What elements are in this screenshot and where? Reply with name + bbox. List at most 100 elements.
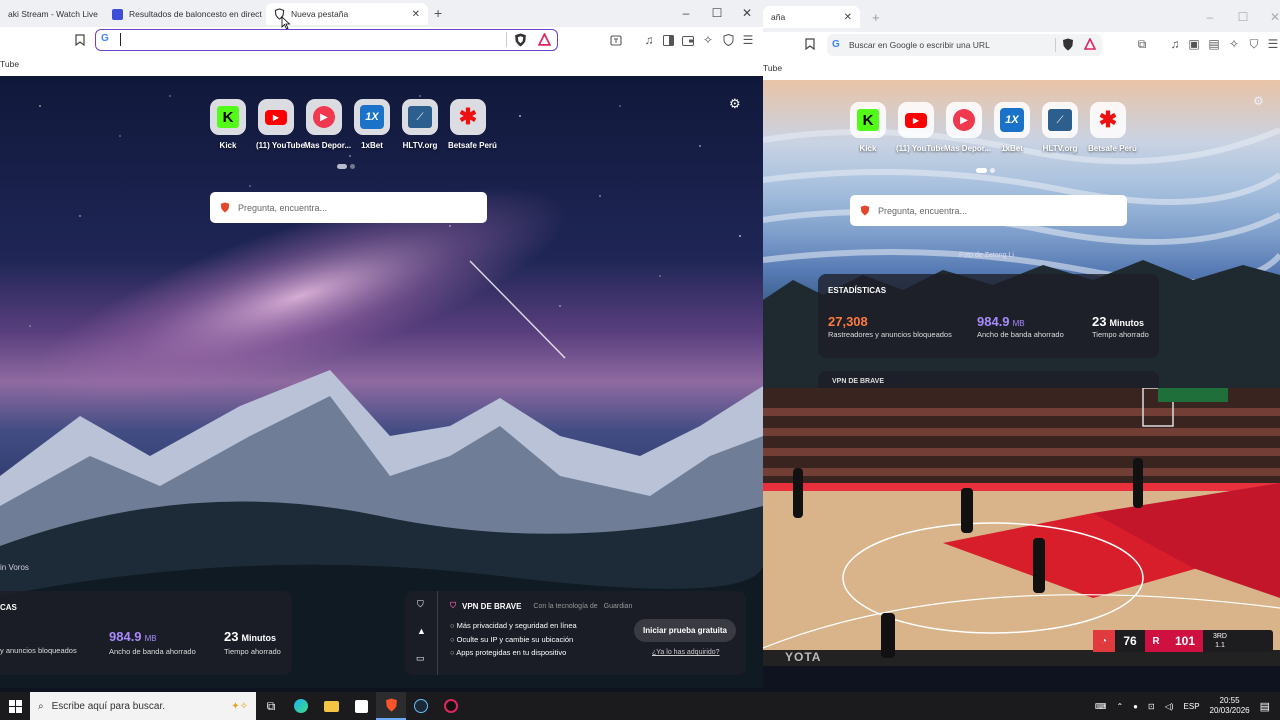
talk-icon[interactable]: ▭ bbox=[416, 653, 425, 664]
rewards-triangle-icon[interactable]: ▲ bbox=[417, 626, 426, 636]
hawks-logo-icon: ◔ bbox=[1093, 630, 1115, 652]
vpn-icon[interactable] bbox=[721, 33, 735, 47]
omnibox-placeholder: Buscar en Google o escribir una URL bbox=[849, 40, 990, 50]
new-tab-page: ⚙ K Kick ▶ (11) YouTube ▶ Mas Depor... 1… bbox=[0, 76, 763, 688]
brave-shields-icon[interactable] bbox=[514, 33, 527, 47]
maximize-button[interactable]: ☐ bbox=[1236, 10, 1250, 24]
vpn-shield-icon[interactable]: ⛉ bbox=[417, 599, 424, 610]
menu-icon[interactable]: ☰ bbox=[1266, 37, 1280, 51]
bookmark-item[interactable]: Tube bbox=[0, 59, 19, 69]
search-icon: ⌕ bbox=[38, 700, 44, 712]
brave-search-icon bbox=[220, 202, 230, 213]
settings-gear-icon[interactable]: ⚙ bbox=[729, 96, 741, 112]
brave-rewards-icon[interactable] bbox=[1084, 38, 1096, 50]
close-window-button[interactable]: ✕ bbox=[1268, 10, 1280, 24]
keyboard-icon[interactable]: ⌨ bbox=[1095, 702, 1107, 711]
new-tab-button[interactable]: + bbox=[434, 5, 442, 21]
youtube-icon: ▶ bbox=[898, 102, 934, 138]
top-site-label: 1xBet bbox=[1001, 144, 1023, 153]
close-window-button[interactable]: ✕ bbox=[740, 6, 754, 20]
task-view-icon[interactable]: ⧉ bbox=[256, 692, 286, 720]
wallet-icon[interactable] bbox=[681, 33, 695, 47]
language-indicator[interactable]: ESP bbox=[1184, 702, 1200, 711]
brave-rewards-icon[interactable] bbox=[538, 33, 551, 46]
top-site-youtube[interactable]: ▶ (11) YouTube bbox=[256, 99, 305, 159]
translate-icon[interactable]: ⧉ bbox=[1135, 37, 1149, 51]
minimize-button[interactable]: – bbox=[1203, 10, 1217, 24]
steam-icon[interactable] bbox=[406, 692, 436, 720]
mic-icon[interactable]: ● bbox=[1133, 702, 1138, 711]
top-site-hltv[interactable]: ⟋ HLTV.org bbox=[1040, 102, 1080, 162]
sidebar-icon[interactable]: ▣ bbox=[1187, 37, 1201, 51]
arena-sign: YOTA bbox=[785, 650, 822, 664]
tray-overflow-icon[interactable]: ⌃ bbox=[1116, 702, 1123, 711]
brave-taskbar-icon[interactable] bbox=[376, 692, 406, 720]
brave-shields-icon[interactable] bbox=[1062, 38, 1074, 51]
top-site-kick[interactable]: K Kick bbox=[208, 99, 248, 159]
tab-nueva-pestana[interactable]: aña ✕ bbox=[763, 6, 860, 28]
file-explorer-icon[interactable] bbox=[316, 692, 346, 720]
new-tab-button[interactable]: + bbox=[872, 10, 880, 25]
search-placeholder: Pregunta, encuentra... bbox=[878, 205, 968, 216]
ntp-search-box[interactable]: Pregunta, encuentra... bbox=[850, 195, 1127, 226]
ntp-search-box[interactable]: Pregunta, encuentra... bbox=[210, 192, 487, 223]
betsafe-icon: ✱ bbox=[1090, 102, 1126, 138]
widget-switcher: ⛉ ▲ ▭ bbox=[405, 591, 438, 675]
top-sites-pager[interactable] bbox=[976, 168, 996, 173]
top-sites-pager[interactable] bbox=[337, 164, 355, 169]
top-site-mas-deportes[interactable]: ▶ Mas Depor... bbox=[944, 102, 991, 162]
toolbar: G Buscar en Google o escribir una URL ⧉ … bbox=[763, 32, 1280, 59]
top-site-betsafe[interactable]: ✱ Betsafe Perú bbox=[448, 99, 497, 159]
leo-ai-icon[interactable]: ✧ bbox=[701, 33, 715, 47]
tab-stream[interactable]: aki Stream - Watch Live c ✕ bbox=[0, 3, 98, 25]
photo-credit[interactable]: in Voros bbox=[0, 563, 29, 572]
media-icon[interactable]: ♫ bbox=[1168, 37, 1182, 51]
vpn-icon[interactable]: ⛉ bbox=[1247, 37, 1261, 51]
top-site-youtube[interactable]: ▶ (11) YouTube bbox=[896, 102, 945, 162]
close-tab-icon[interactable]: ✕ bbox=[412, 9, 420, 20]
hltv-icon: ⟋ bbox=[402, 99, 438, 135]
vpn-purchased-link[interactable]: ¿Ya lo has adquirido? bbox=[652, 649, 720, 656]
windows-start-icon[interactable] bbox=[0, 692, 30, 720]
edge-icon[interactable] bbox=[286, 692, 316, 720]
network-icon[interactable]: ⊡ bbox=[1148, 702, 1155, 711]
address-bar[interactable]: G Buscar en Google o escribir una URL bbox=[827, 34, 1102, 56]
bookmark-item[interactable]: Tube bbox=[763, 63, 782, 73]
sidebar-icon[interactable] bbox=[661, 33, 675, 47]
top-site-1xbet[interactable]: 1X 1xBet bbox=[992, 102, 1032, 162]
top-site-betsafe[interactable]: ✱ Betsafe Perú bbox=[1088, 102, 1137, 162]
vpn-title: VPN DE BRAVE bbox=[462, 601, 522, 611]
media-icon[interactable]: ♫ bbox=[642, 33, 656, 47]
volume-icon[interactable]: ◁) bbox=[1165, 702, 1174, 711]
play-icon: ▶ bbox=[946, 102, 982, 138]
top-site-mas-deportes[interactable]: ▶ Mas Depor... bbox=[304, 99, 351, 159]
leo-ai-icon[interactable]: ✧ bbox=[1227, 37, 1241, 51]
photo-credit[interactable]: Foto de Zetong Li bbox=[959, 252, 1014, 259]
time-label: Tiempo ahorrado bbox=[1092, 330, 1149, 339]
bookmark-icon[interactable] bbox=[73, 33, 87, 47]
top-site-hltv[interactable]: ⟋ HLTV.org bbox=[400, 99, 440, 159]
toolbar: G ♫ ✧ ☰ bbox=[0, 27, 763, 54]
vpn-trial-button[interactable]: Iniciar prueba gratuita bbox=[634, 619, 736, 642]
onexbet-icon: 1X bbox=[994, 102, 1030, 138]
clock[interactable]: 20:55 20/03/2026 bbox=[1210, 696, 1250, 716]
bookmark-icon[interactable] bbox=[803, 37, 817, 51]
app-icon[interactable] bbox=[436, 692, 466, 720]
settings-gear-icon[interactable]: ⚙ bbox=[1253, 94, 1264, 108]
wallet-icon[interactable]: ▤ bbox=[1207, 37, 1221, 51]
taskbar-search-box[interactable]: ⌕ Escribe aquí para buscar. ✦✧ bbox=[30, 692, 256, 720]
vpn-icon: ⛉ bbox=[450, 601, 456, 610]
minimize-button[interactable]: – bbox=[679, 6, 693, 20]
taskbar-search-placeholder: Escribe aquí para buscar. bbox=[51, 700, 166, 712]
maximize-button[interactable]: ☐ bbox=[710, 6, 724, 20]
top-site-kick[interactable]: K Kick bbox=[848, 102, 888, 162]
notifications-icon[interactable]: ▤ bbox=[1260, 700, 1270, 713]
menu-icon[interactable]: ☰ bbox=[741, 33, 755, 47]
close-tab-icon[interactable]: ✕ bbox=[844, 12, 852, 23]
store-icon[interactable] bbox=[346, 692, 376, 720]
top-site-1xbet[interactable]: 1X 1xBet bbox=[352, 99, 392, 159]
video-player[interactable]: YOTA ◔ 76 R 101 3RD 1.1 bbox=[763, 388, 1280, 666]
translate-icon[interactable] bbox=[609, 33, 623, 47]
address-bar[interactable]: G bbox=[95, 29, 558, 51]
tab-baloncesto[interactable]: Resultados de baloncesto en directo bbox=[104, 3, 262, 25]
